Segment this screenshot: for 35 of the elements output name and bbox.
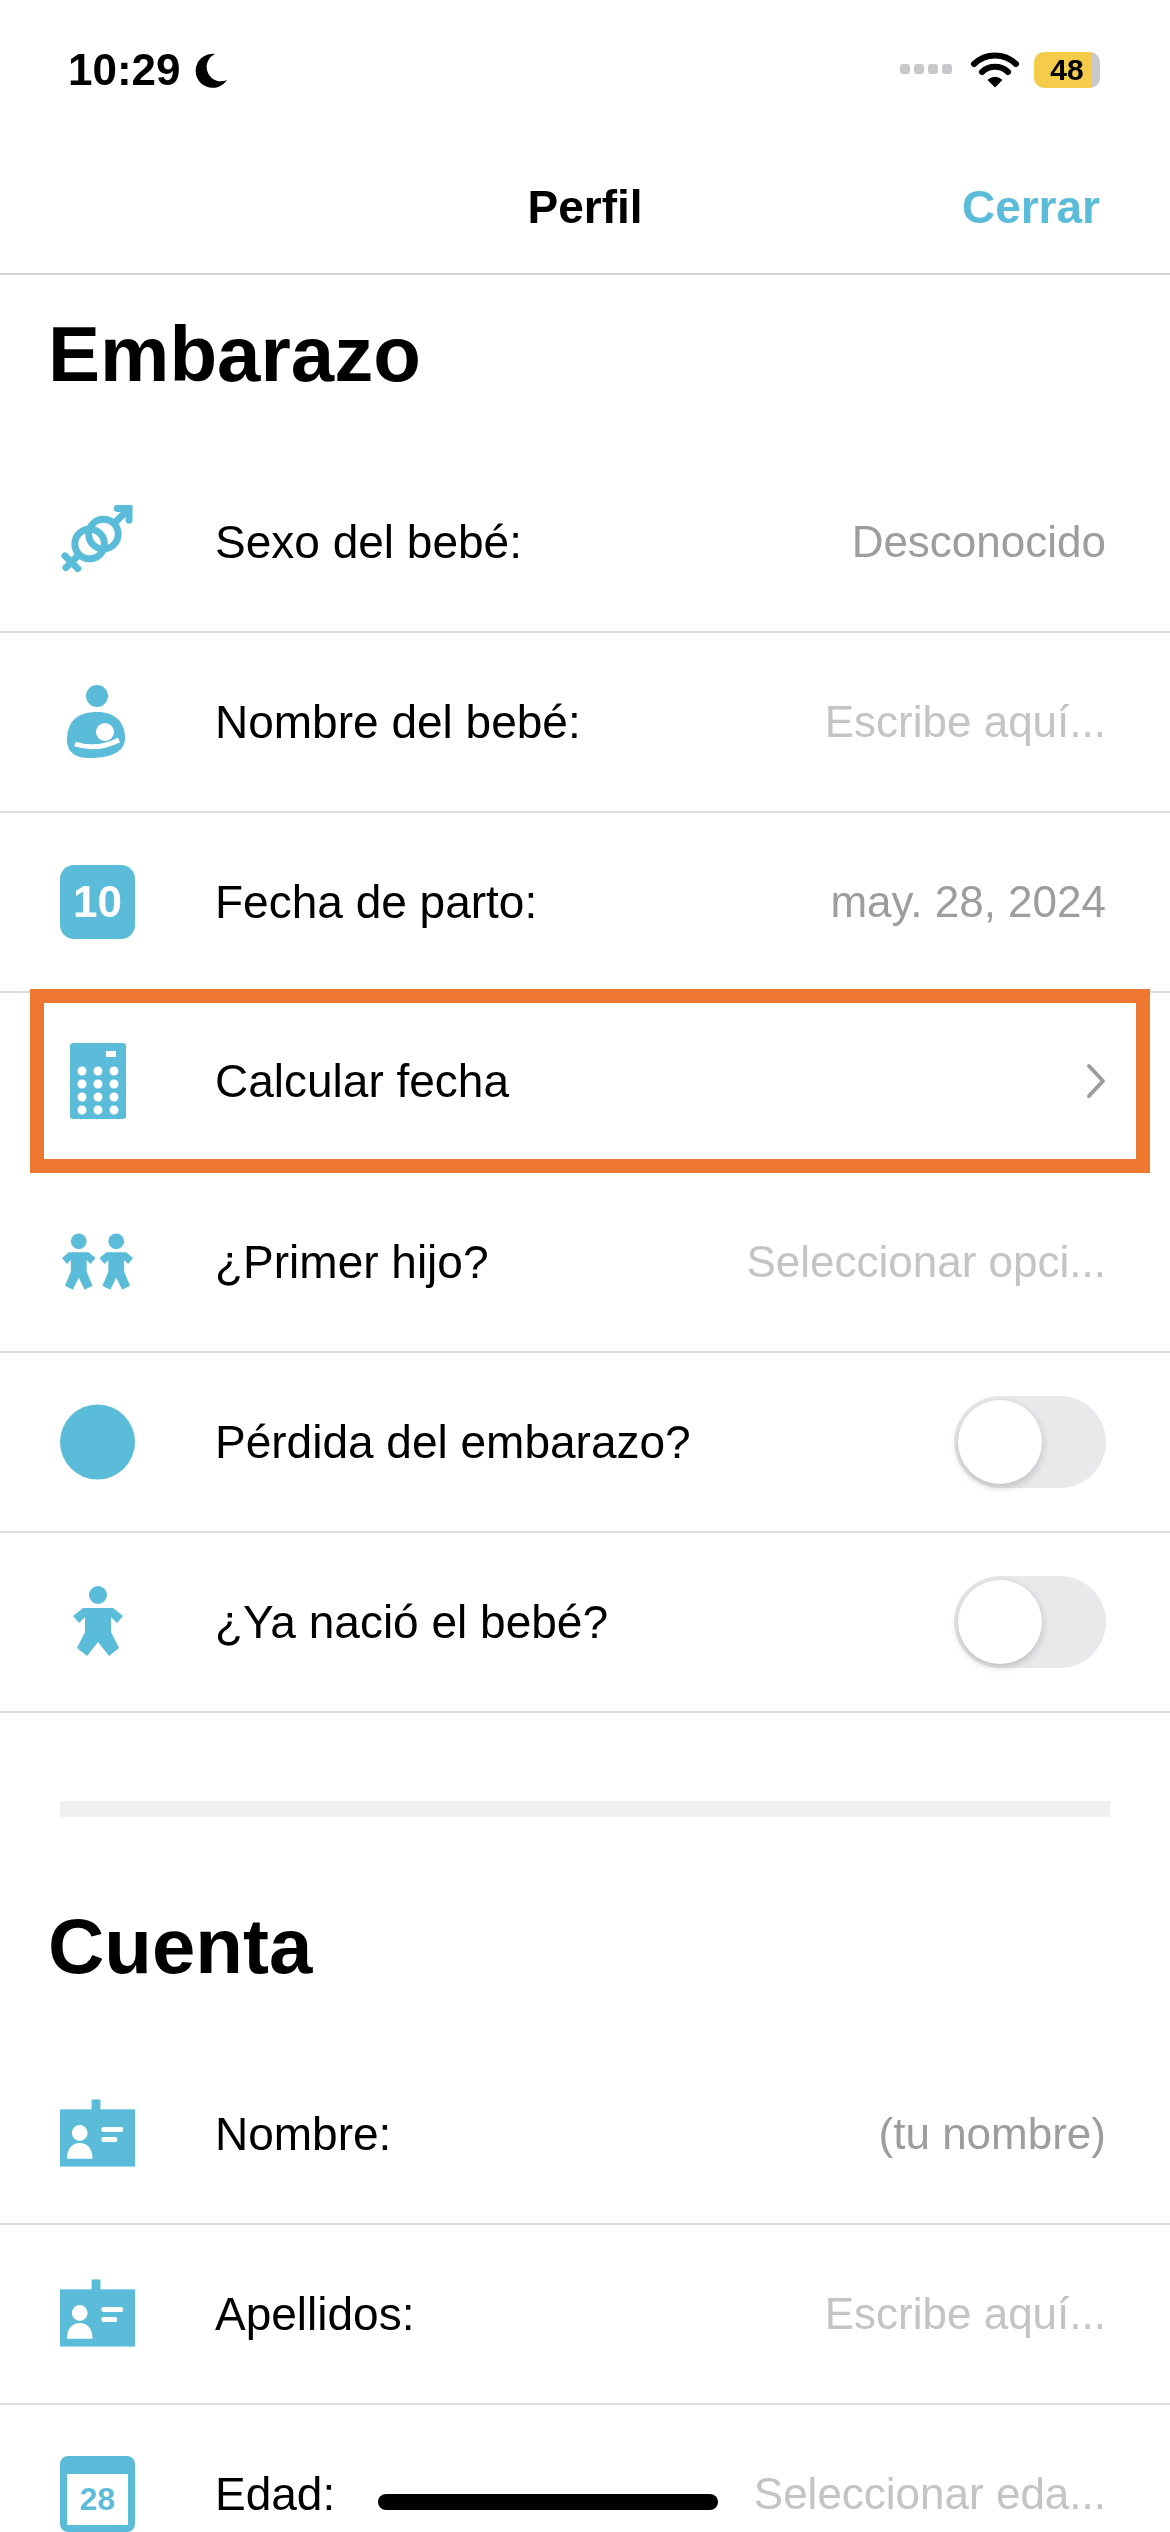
placeholder-text[interactable]: Escribe aquí... <box>824 2289 1106 2339</box>
close-button[interactable]: Cerrar <box>961 179 1100 234</box>
highlight-frame[interactable]: Calcular fecha <box>30 989 1150 1173</box>
row-label: Apellidos: <box>215 2287 415 2341</box>
battery-indicator: 48 <box>1034 52 1100 88</box>
row-label: Calcular fecha <box>215 1054 510 1108</box>
section-heading: Embarazo <box>47 309 422 400</box>
section-heading: Cuenta <box>47 1901 314 1992</box>
row-label: Edad: <box>215 2467 336 2521</box>
moon-icon <box>194 52 229 88</box>
id-badge-icon <box>60 2279 135 2349</box>
circle-icon <box>60 1404 135 1480</box>
id-badge-icon <box>60 2099 135 2169</box>
status-time: 10:29 <box>68 45 181 95</box>
row-label: ¿Primer hijo? <box>215 1235 489 1289</box>
row-label: Nombre: <box>215 2107 392 2161</box>
wifi-icon <box>970 51 1020 89</box>
row-value[interactable]: (tu nombre) <box>878 2109 1106 2159</box>
row-label: Sexo del bebé: <box>215 515 522 569</box>
row-label: Pérdida del embarazo? <box>215 1415 691 1469</box>
chevron-icon <box>1086 1063 1106 1099</box>
row-value[interactable]: may. 28, 2024 <box>830 877 1106 927</box>
calculator-icon <box>69 1043 126 1119</box>
row-label: Nombre del bebé: <box>215 695 581 749</box>
row-value[interactable]: Desconocido <box>851 517 1106 567</box>
screen-title: Perfil <box>527 179 643 234</box>
row-label: ¿Ya nació el bebé? <box>215 1595 608 1649</box>
placeholder-text[interactable]: Escribe aquí... <box>824 697 1106 747</box>
calendar-day-icon: 10 <box>60 865 135 939</box>
two-children-icon <box>60 1232 135 1292</box>
placeholder-text[interactable]: Seleccionar eda... <box>753 2469 1106 2519</box>
row-label: Fecha de parto: <box>215 875 538 929</box>
baby-icon <box>70 1586 125 1658</box>
calendar-icon: 28 <box>60 2456 135 2532</box>
placeholder-text[interactable]: Seleccionar opci... <box>746 1237 1106 1287</box>
